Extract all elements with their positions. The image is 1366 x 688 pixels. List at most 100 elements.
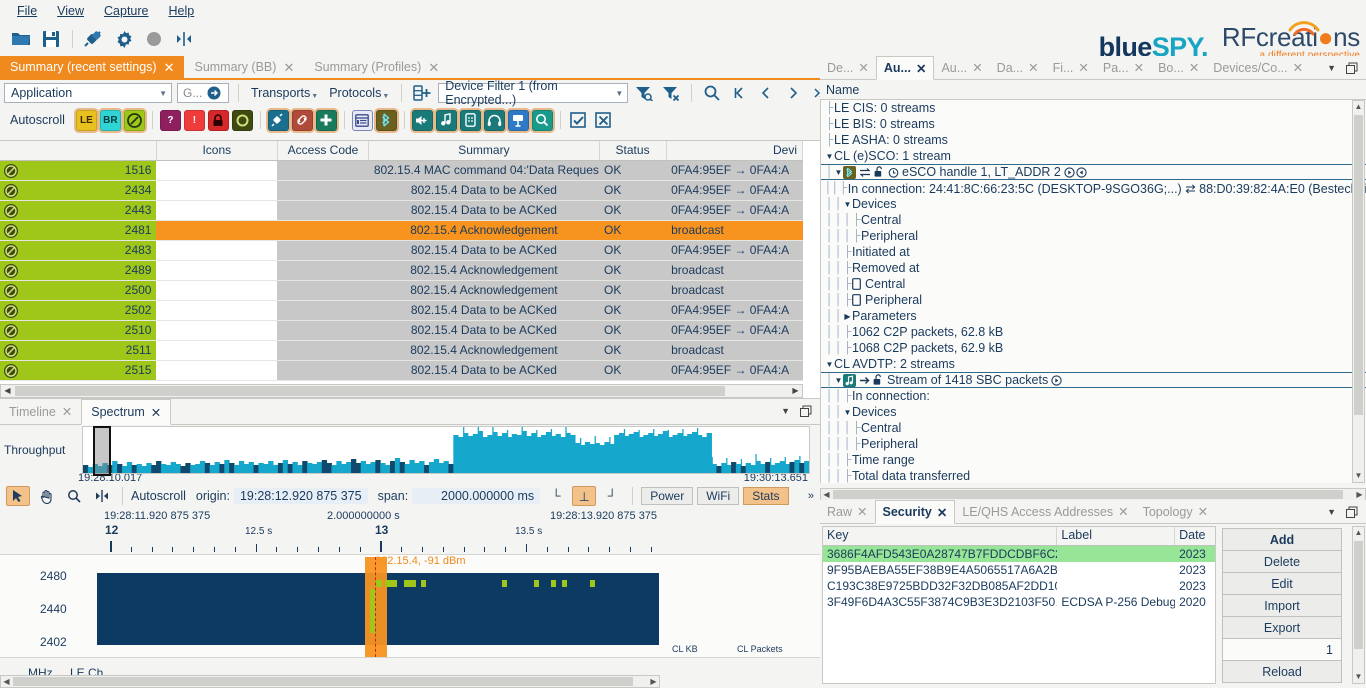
tree-twisty[interactable]: ▼ (825, 360, 834, 369)
security-key-row[interactable]: C193C38E9725BDD32F32DB085AF2DD10 2023 (823, 578, 1215, 594)
tree-node[interactable]: │ │ ├ 1062 C2P packets, 62.8 kB (821, 324, 1366, 340)
scroll-right-icon[interactable]: ▶ (1354, 489, 1365, 500)
chevron-down-icon[interactable]: ▼ (1327, 63, 1336, 73)
scroll-right-icon[interactable]: ▶ (789, 385, 802, 397)
zoom-tool-button[interactable] (62, 486, 86, 506)
tree-twisty[interactable]: ├ (843, 262, 852, 274)
transports-menu-button[interactable]: Transports ▼ (248, 85, 321, 101)
tree-twisty[interactable]: ├ (843, 470, 852, 482)
col-header-id[interactable] (0, 141, 157, 161)
reload-button[interactable]: Reload (1222, 660, 1342, 683)
close-icon[interactable]: ✕ (1134, 60, 1144, 75)
play-circle-icon[interactable] (1051, 374, 1062, 386)
tree-node[interactable]: │ ▼ eSCO handle 1, LT_ADDR 2 (821, 164, 1366, 180)
tree-node[interactable]: │ │ ├ Central (821, 276, 1366, 292)
tree-column-header[interactable]: Name (820, 80, 1366, 100)
close-icon[interactable]: ✕ (62, 404, 72, 419)
add-button[interactable]: Add (1222, 528, 1342, 551)
security-tab-1[interactable]: Security ✕ (874, 500, 956, 524)
tree-twisty[interactable]: ├ (843, 342, 852, 354)
connect-icon[interactable] (81, 26, 107, 52)
restore-window-icon[interactable] (1346, 506, 1358, 518)
count-field[interactable]: 1 (1222, 638, 1342, 661)
close-icon[interactable]: ✕ (164, 61, 175, 74)
tab-summary-recent-settings[interactable]: Summary (recent settings) ✕ (0, 56, 185, 78)
tree-tab-3[interactable]: Da... ✕ (990, 56, 1046, 79)
filter-search-icon[interactable] (633, 82, 655, 104)
zigbee-badge[interactable] (123, 109, 145, 131)
tree-twisty[interactable]: ├ (843, 294, 852, 306)
scroll-left-icon[interactable]: ◀ (1, 676, 12, 687)
spectrum-overflow-icon[interactable]: » (808, 490, 814, 502)
tree-node[interactable]: │ │ ▶ Parameters (821, 308, 1366, 324)
menu-view[interactable]: View (48, 2, 93, 20)
next-icon[interactable] (782, 82, 804, 104)
align-right-button[interactable]: ┘ (600, 486, 624, 506)
spectrum-packet[interactable] (420, 580, 426, 588)
close-icon[interactable]: ✕ (428, 61, 439, 74)
table-row[interactable]: 2443 802.15.4 Data to be ACKed OK 0FA4:95EF… (0, 200, 803, 221)
tree-twisty[interactable]: ├ (839, 182, 848, 194)
tree-view[interactable]: ├ LE CIS: 0 streams ├ LE BIS: 0 streams ├ LE … (820, 100, 1366, 483)
save-icon[interactable] (38, 26, 64, 52)
security-key-row[interactable]: 9F95BAEBA55EF38B9E4A5065517A6A2B 2023 (823, 562, 1215, 578)
table-row[interactable]: 2515 802.15.4 Data to be ACKed OK 0FA4:95EF… (0, 360, 803, 381)
align-center-button[interactable]: ⊥ (572, 486, 597, 506)
list-badge[interactable] (351, 109, 373, 131)
close-icon[interactable]: ✕ (916, 61, 926, 76)
br-badge[interactable]: BR (99, 109, 121, 131)
menu-help[interactable]: Help (160, 2, 204, 20)
tree-twisty[interactable]: ├ (843, 326, 852, 338)
add-column-icon[interactable] (411, 82, 433, 104)
tree-twisty[interactable]: ├ (825, 118, 834, 130)
tree-twisty[interactable]: ├ (843, 278, 852, 290)
col-header-status[interactable]: Status (599, 141, 667, 161)
application-combo[interactable]: Application ▼ (4, 83, 172, 103)
tree-node[interactable]: ├ LE ASHA: 0 streams (821, 132, 1366, 148)
tree-node[interactable]: │ │ ├ 1068 C2P packets, 62.9 kB (821, 340, 1366, 356)
spectrum-packet[interactable] (550, 580, 556, 588)
tree-twisty[interactable]: ├ (852, 230, 861, 242)
tree-twisty[interactable]: ▼ (843, 200, 852, 209)
tree-node[interactable]: │ │ ├ Peripheral (821, 292, 1366, 308)
spectrum-packet[interactable] (561, 580, 567, 588)
encrypted-badge[interactable] (207, 109, 229, 131)
tree-twisty[interactable]: ├ (852, 422, 861, 434)
settings-gear-icon[interactable] (111, 26, 137, 52)
split-icon[interactable] (171, 26, 197, 52)
spectrum-packet[interactable] (375, 580, 382, 588)
edit-button[interactable]: Edit (1222, 572, 1342, 595)
security-key-row[interactable]: 3F49F6D4A3C55F3874C9B3E3D2103F50… ECDSA P… (823, 594, 1215, 610)
spectrum-data-plot[interactable] (97, 557, 659, 657)
export-button[interactable]: Export (1222, 616, 1342, 639)
tree-node[interactable]: │ │ │ ├ Central (821, 212, 1366, 228)
security-key-row[interactable]: 3686F4AFD543E0A28747B7FDDCDBF6C2 2023 (823, 546, 1215, 562)
tree-twisty[interactable]: ├ (825, 134, 834, 146)
col-header-access-code[interactable]: Access Code (277, 141, 370, 161)
unknown-badge[interactable]: ? (159, 109, 181, 131)
tree-node[interactable]: │ │ ├ Removed at (821, 260, 1366, 276)
fit-width-button[interactable] (90, 486, 114, 506)
close-icon[interactable]: ✕ (858, 60, 868, 75)
menu-capture[interactable]: Capture (95, 2, 157, 20)
tree-node[interactable]: │ │ ├ In connection: (821, 388, 1366, 404)
table-row[interactable]: 2502 802.15.4 Data to be ACKed OK 0FA4:95EF… (0, 300, 803, 321)
play-circle-icon[interactable] (1064, 166, 1075, 178)
circle-badge[interactable] (231, 109, 253, 131)
spectrum-packet[interactable] (385, 580, 397, 588)
scroll-down-icon[interactable]: ▼ (1353, 671, 1364, 683)
spectrum-packet[interactable] (534, 580, 540, 588)
tree-node[interactable]: │ │ ├ In connection: 24:41:8C:66:23:5C (DES… (821, 180, 1366, 196)
tree-twisty[interactable]: ▼ (834, 376, 843, 385)
tree-twisty[interactable]: ├ (852, 214, 861, 226)
tree-twisty[interactable]: ├ (843, 390, 852, 402)
tree-tab-1[interactable]: Au... ✕ (875, 56, 935, 80)
tree-twisty[interactable]: ▼ (825, 152, 834, 161)
table-row[interactable]: 1516 802.15.4 MAC command 04:'Data Reques… (0, 160, 803, 181)
tree-tab-5[interactable]: Pa... ✕ (1096, 56, 1151, 79)
spectrum-packet[interactable] (502, 580, 508, 588)
security-tab-2[interactable]: LE/QHS Access Addresses ✕ (955, 500, 1135, 523)
headset-badge[interactable] (483, 109, 505, 131)
tree-vscrollbar[interactable]: ▲ ▼ (1352, 100, 1365, 483)
tree-node[interactable]: ▼ CL (e)SCO: 1 stream (821, 148, 1366, 164)
